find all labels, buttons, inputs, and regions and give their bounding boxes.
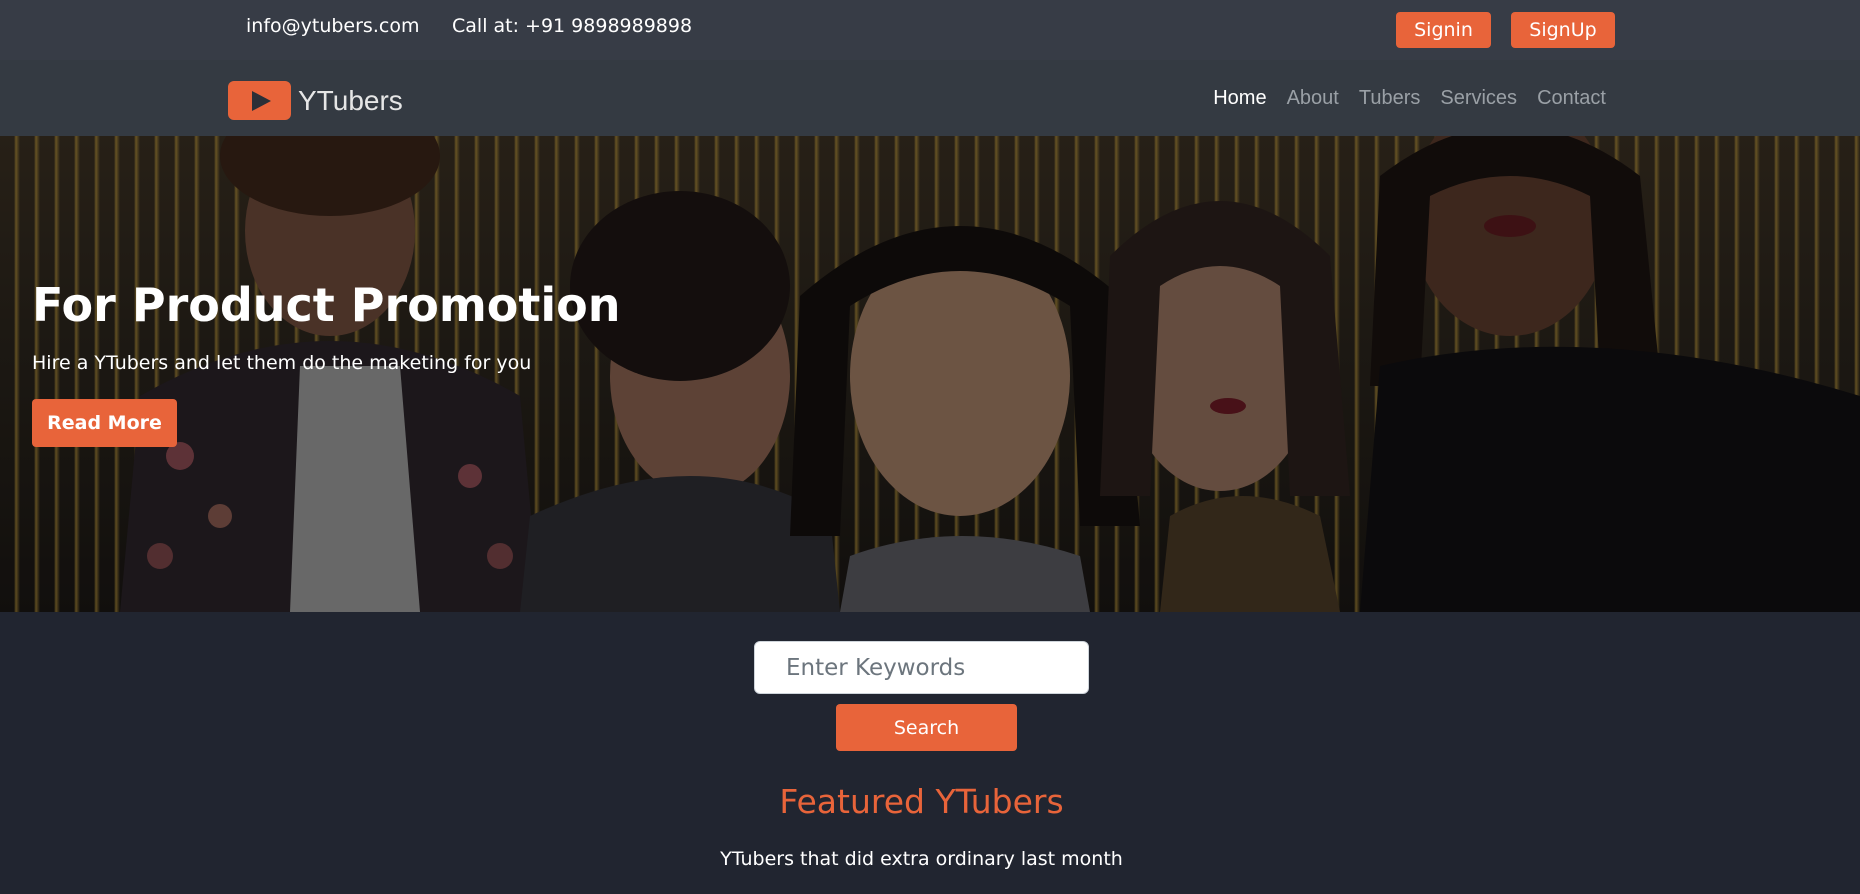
featured-subtitle: YTubers that did extra ordinary last mon… — [720, 848, 1123, 870]
main-navbar: YTubers Home About Tubers Services Conta… — [0, 60, 1860, 136]
hero-overlay — [0, 136, 1860, 612]
featured-title: Featured YTubers — [779, 782, 1064, 821]
nav-links: Home About Tubers Services Contact — [1213, 87, 1606, 110]
signin-button[interactable]: Signin — [1396, 12, 1491, 48]
nav-link-tubers[interactable]: Tubers — [1359, 87, 1421, 110]
logo-text: YTubers — [298, 84, 403, 116]
search-button[interactable]: Search — [836, 704, 1017, 751]
nav-link-services[interactable]: Services — [1440, 87, 1517, 110]
top-contact-bar: info@ytubers.com Call at: +91 9898989898… — [0, 0, 1860, 60]
hero-subtitle: Hire a YTubers and let them do the maket… — [32, 352, 532, 374]
signup-button[interactable]: SignUp — [1511, 12, 1615, 48]
hero-banner: For Product Promotion Hire a YTubers and… — [0, 136, 1860, 612]
site-logo[interactable]: YTubers — [228, 81, 403, 120]
search-input[interactable] — [754, 641, 1089, 694]
contact-phone[interactable]: Call at: +91 9898989898 — [452, 15, 692, 37]
contact-email[interactable]: info@ytubers.com — [246, 15, 419, 37]
nav-link-home[interactable]: Home — [1213, 87, 1266, 110]
hero-title: For Product Promotion — [32, 278, 621, 332]
read-more-button[interactable]: Read More — [32, 399, 177, 447]
nav-link-about[interactable]: About — [1287, 87, 1339, 110]
play-button-icon — [228, 81, 291, 120]
nav-link-contact[interactable]: Contact — [1537, 87, 1606, 110]
